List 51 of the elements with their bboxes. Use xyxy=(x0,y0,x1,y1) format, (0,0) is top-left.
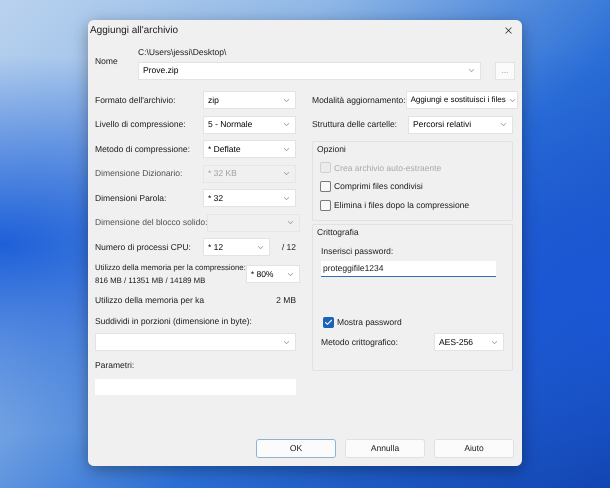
memory-reading: 2 MB xyxy=(276,294,296,307)
dropdown-value: zip xyxy=(208,94,219,106)
dropdown[interactable]: * 12 xyxy=(203,238,270,256)
field-label: Struttura delle cartelle: xyxy=(312,118,398,131)
dialog-button[interactable]: Aiuto xyxy=(434,439,514,458)
group-title: Opzioni xyxy=(317,142,347,156)
dropdown-value: * 32 KB xyxy=(208,167,237,180)
dropdown-value: AES-256 xyxy=(439,336,474,348)
dialog-button[interactable]: Annulla xyxy=(345,439,425,458)
field-label: Utilizzo della memoria per ka xyxy=(95,294,204,307)
field-label: Suddividi in porzioni (dimensione in byte): xyxy=(95,315,253,328)
field-label: Inserisci password: xyxy=(320,244,394,258)
dropdown-value: * 80% xyxy=(250,268,274,281)
dropdown[interactable]: Aggiungi e sostituisci i files xyxy=(406,91,518,109)
field-label: Dimensione del blocco solido: xyxy=(95,216,208,229)
field-label: Metodo di compressione: xyxy=(95,142,190,156)
dropdown-value: * 32 xyxy=(208,192,224,204)
dropdown-value: Aggiungi e sostituisci i files xyxy=(410,94,506,106)
filename-combo[interactable]: Prove.zip xyxy=(138,62,481,80)
field-label: Metodo crittografico: xyxy=(321,336,398,348)
checkbox-label: Comprimi files condivisi xyxy=(334,180,423,193)
dropdown-value: * 12 xyxy=(208,240,224,254)
cpu-count: / 12 xyxy=(282,240,296,254)
folder-path: C:\Users\jessi\Desktop\ xyxy=(138,46,228,59)
field-label: Parametri: xyxy=(95,359,136,372)
field-label: Nome xyxy=(95,55,119,68)
dropdown[interactable]: * 80% xyxy=(246,265,300,284)
field-label: Modalità aggiornamento: xyxy=(312,94,406,106)
password-value: proteggifile1234 xyxy=(323,262,384,276)
dropdown-value: Percorsi relativi xyxy=(413,118,472,131)
field-label: Dimensioni Parola: xyxy=(95,192,166,204)
dropdown[interactable]: * 32 xyxy=(203,189,296,207)
password-field[interactable]: proteggifile1234 xyxy=(321,261,496,278)
dropdown[interactable]: AES-256 xyxy=(434,333,504,351)
checkbox-label: Elimina i files dopo la compressione xyxy=(334,199,470,212)
dropdown[interactable]: * Deflate xyxy=(203,140,296,158)
dropdown[interactable]: zip xyxy=(203,91,296,109)
dropdown[interactable]: 5 - Normale xyxy=(203,116,296,134)
checkbox-label: Crea archivio auto-estraente xyxy=(334,162,442,174)
dropdown-value: * Deflate xyxy=(208,142,241,156)
window-title: Aggiungi all'archivio xyxy=(90,24,178,38)
field-label: Livello di compressione: xyxy=(95,118,186,131)
dropdown[interactable]: Percorsi relativi xyxy=(408,116,513,134)
dialog-button[interactable]: OK xyxy=(256,439,336,458)
checkbox-label: Mostra password xyxy=(337,316,402,329)
field-label: Dimensione Dizionario: xyxy=(95,167,182,180)
dropdown-value: 5 - Normale xyxy=(208,118,252,131)
field-label: Numero di processi CPU: xyxy=(95,242,191,252)
dropdown-value: Prove.zip xyxy=(143,64,178,78)
group-title: Crittografia xyxy=(317,226,360,238)
field-label: Formato dell'archivio: xyxy=(95,94,176,106)
